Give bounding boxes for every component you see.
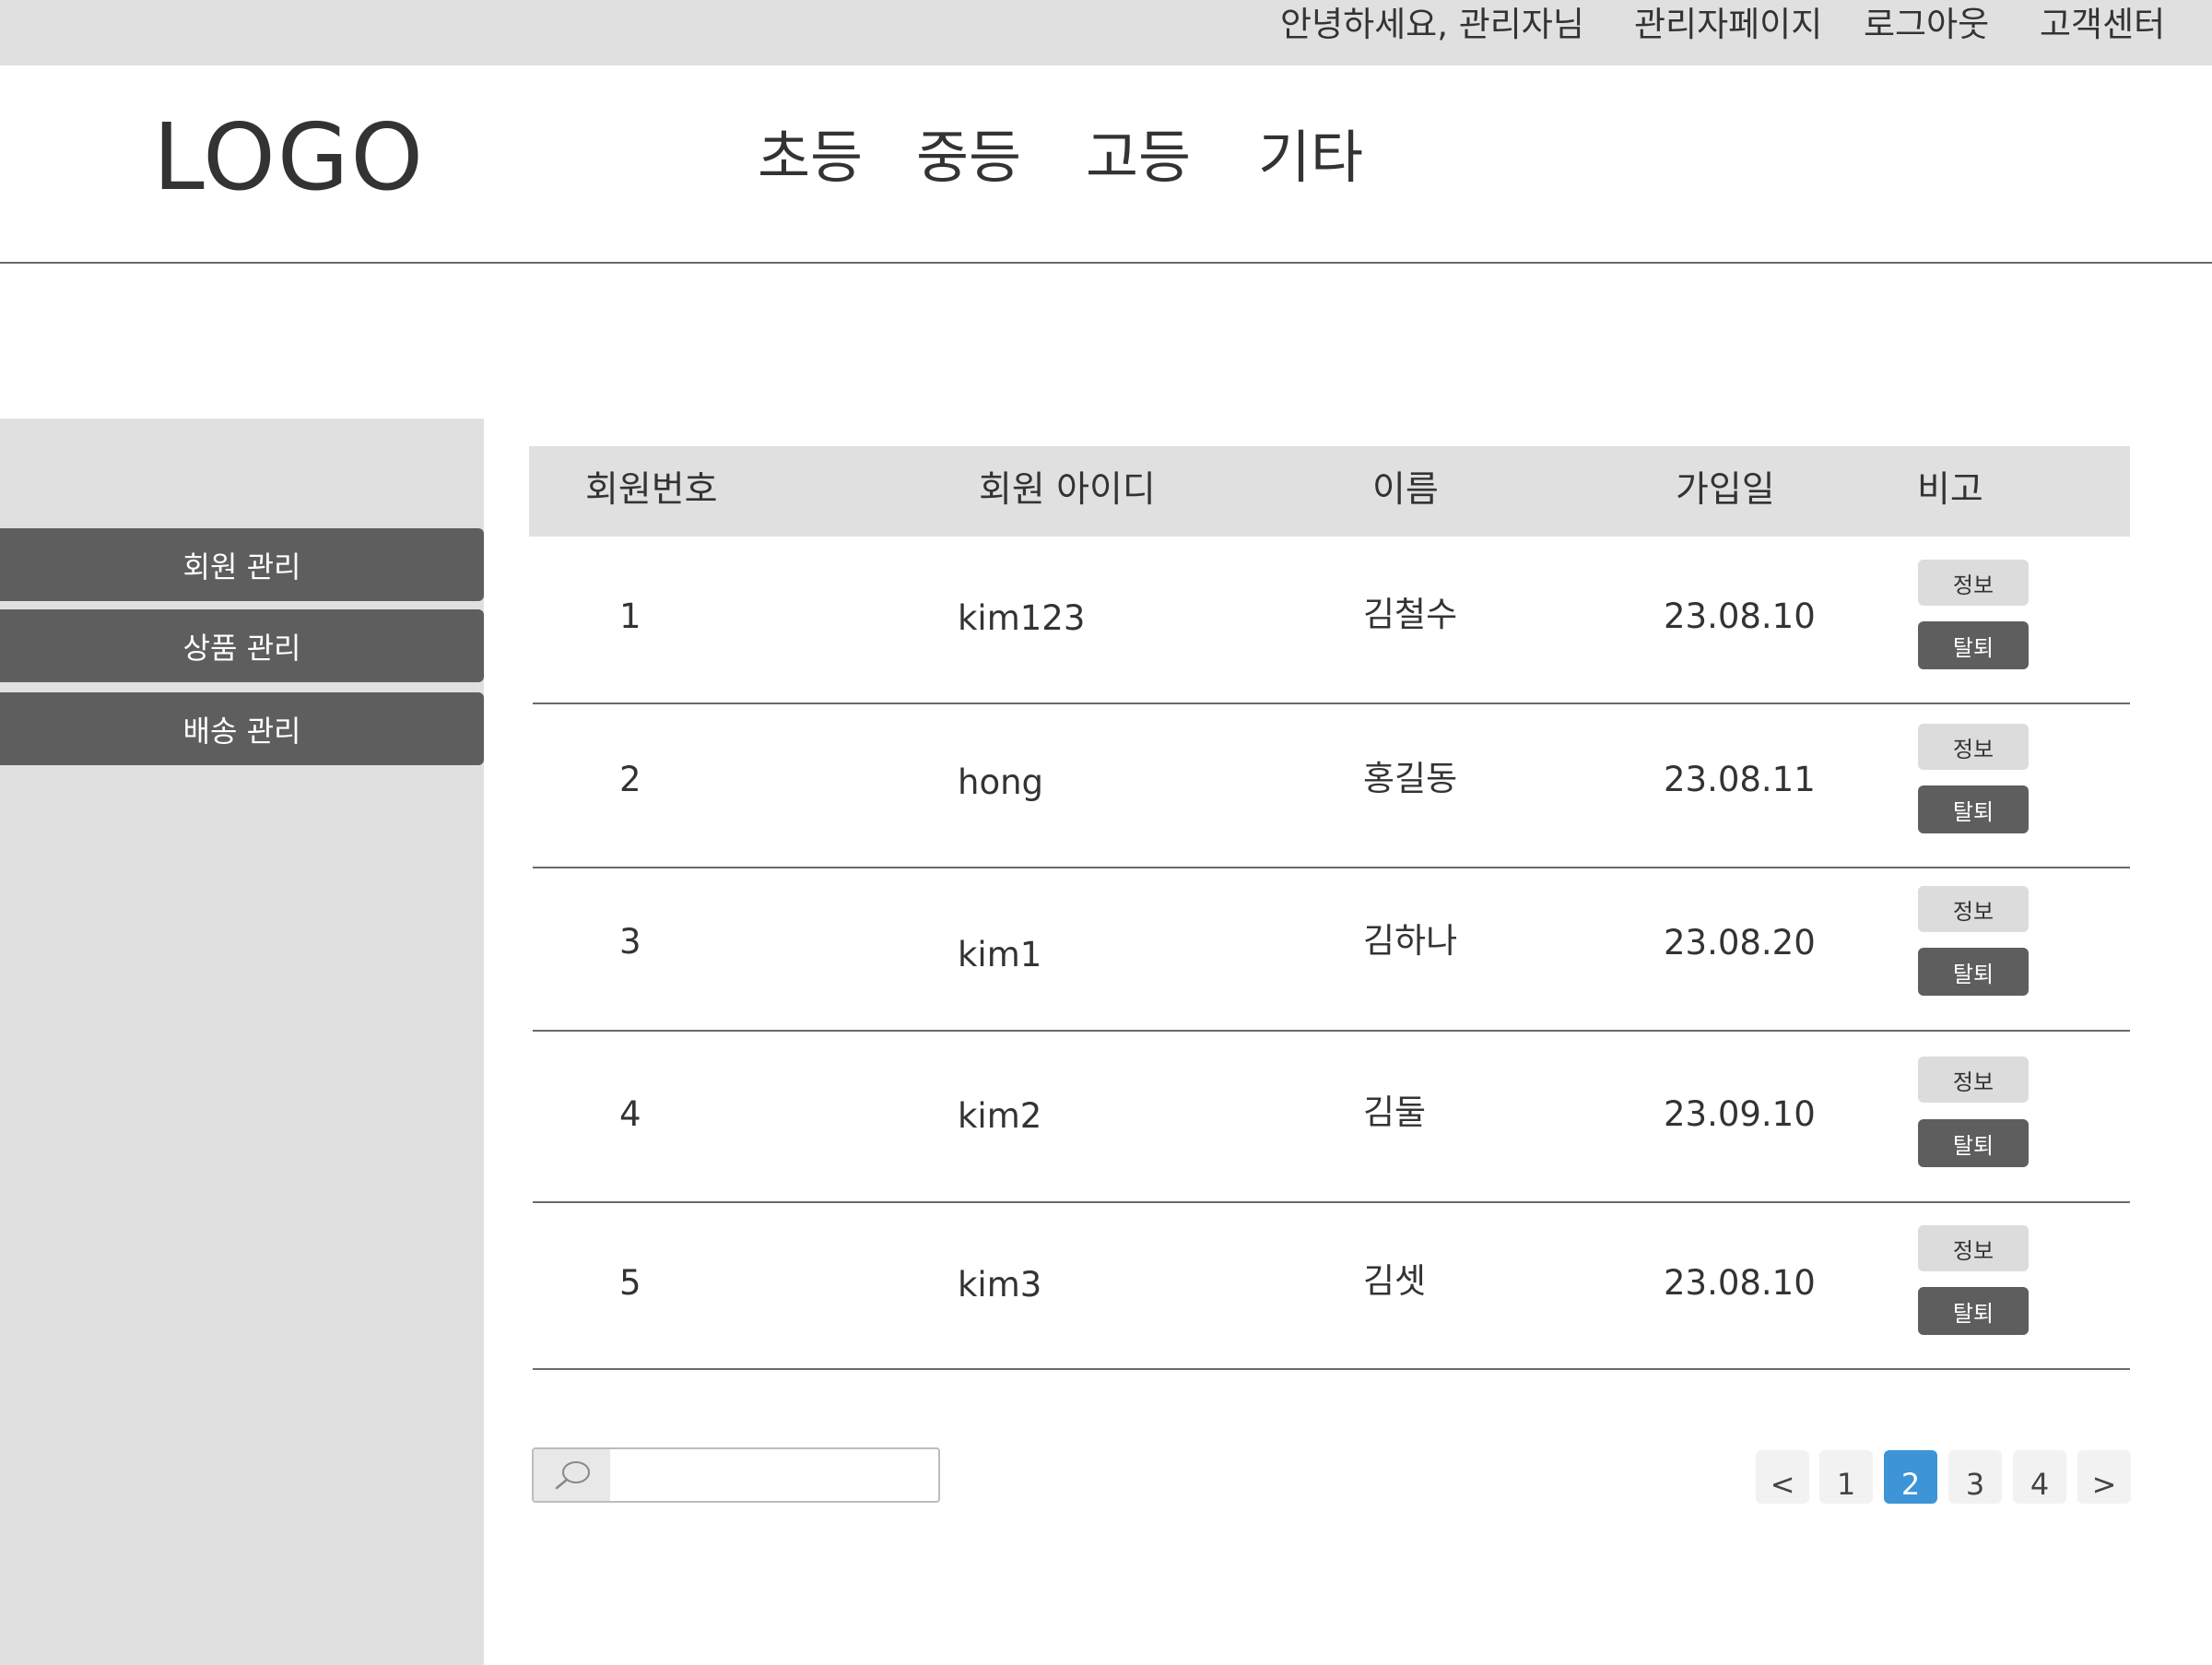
- sidebar-item-product-management[interactable]: 상품 관리: [0, 609, 484, 682]
- logo[interactable]: LOGO: [153, 102, 425, 213]
- info-button[interactable]: 정보: [1918, 1057, 2029, 1103]
- column-header-name: 이름: [1372, 469, 1439, 511]
- info-button[interactable]: 정보: [1918, 560, 2029, 606]
- cell-join-date: 23.08.10: [1664, 1263, 1816, 1303]
- cell-member-id: hong: [958, 762, 1044, 802]
- customer-center-link[interactable]: 고객센터: [2040, 2, 2165, 48]
- cell-join-date: 23.08.10: [1664, 596, 1816, 636]
- info-button[interactable]: 정보: [1918, 1225, 2029, 1271]
- column-header-join-date: 가입일: [1676, 469, 1775, 511]
- cell-join-date: 23.08.20: [1664, 923, 1816, 962]
- withdraw-button[interactable]: 탈퇴: [1918, 1287, 2029, 1335]
- cell-member-no: 2: [619, 760, 641, 799]
- withdraw-button[interactable]: 탈퇴: [1918, 948, 2029, 996]
- cell-member-id: kim2: [958, 1096, 1042, 1136]
- cell-name: 김셋: [1363, 1261, 1427, 1301]
- withdraw-button[interactable]: 탈퇴: [1918, 621, 2029, 669]
- table-row: 4 kim2 김둘 23.09.10 정보 탈퇴: [533, 1032, 2130, 1203]
- nav-etc[interactable]: 기타: [1258, 116, 1363, 199]
- column-header-member-id: 회원 아이디: [979, 469, 1156, 511]
- info-button[interactable]: 정보: [1918, 724, 2029, 770]
- cell-name: 김둘: [1363, 1092, 1427, 1132]
- search-icon: [555, 1461, 590, 1490]
- member-table-header: 회원번호 회원 아이디 이름 가입일 비고: [529, 446, 2130, 537]
- cell-name: 김하나: [1363, 921, 1458, 961]
- search-box: [532, 1447, 940, 1503]
- top-utility-bar: 안녕하세요, 관리자님 관리자페이지 로그아웃 고객센터: [0, 0, 2212, 65]
- table-row: 2 hong 홍길동 23.08.11 정보 탈퇴: [533, 704, 2130, 868]
- admin-page-link[interactable]: 관리자페이지: [1634, 2, 1822, 48]
- column-header-member-no: 회원번호: [585, 469, 718, 511]
- logout-link[interactable]: 로그아웃: [1864, 2, 1989, 48]
- sidebar-item-delivery-management[interactable]: 배송 관리: [0, 692, 484, 765]
- search-button[interactable]: [534, 1449, 610, 1501]
- cell-member-no: 5: [619, 1263, 641, 1303]
- cell-member-id: kim3: [958, 1265, 1042, 1305]
- nav-middle[interactable]: 중등: [916, 116, 1021, 199]
- sidebar-item-member-management[interactable]: 회원 관리: [0, 528, 484, 601]
- page-button-3[interactable]: 3: [1948, 1450, 2002, 1504]
- table-row: 3 kim1 김하나 23.08.20 정보 탈퇴: [533, 868, 2130, 1032]
- info-button[interactable]: 정보: [1918, 886, 2029, 932]
- column-header-note: 비고: [1917, 469, 1983, 511]
- page-button-1[interactable]: 1: [1819, 1450, 1873, 1504]
- greeting-text: 안녕하세요, 관리자님: [1280, 5, 1584, 44]
- cell-member-id: kim1: [958, 935, 1042, 974]
- admin-sidebar: 회원 관리 상품 관리 배송 관리: [0, 419, 484, 1665]
- page-next-button[interactable]: >: [2077, 1450, 2131, 1504]
- page-button-2-current[interactable]: 2: [1884, 1450, 1937, 1504]
- cell-member-no: 3: [619, 922, 641, 962]
- table-row: 1 kim123 김철수 23.08.10 정보 탈퇴: [533, 537, 2130, 704]
- cell-name: 홍길동: [1363, 759, 1458, 798]
- table-row: 5 kim3 김셋 23.08.10 정보 탈퇴: [533, 1203, 2130, 1370]
- withdraw-button[interactable]: 탈퇴: [1918, 785, 2029, 833]
- site-header: LOGO 초등 중등 고등 기타: [0, 65, 2212, 264]
- cell-member-no: 1: [619, 596, 641, 636]
- cell-member-no: 4: [619, 1094, 641, 1134]
- nav-high[interactable]: 고등: [1086, 116, 1191, 199]
- page-button-4[interactable]: 4: [2013, 1450, 2066, 1504]
- search-input[interactable]: [610, 1449, 938, 1501]
- withdraw-button[interactable]: 탈퇴: [1918, 1119, 2029, 1167]
- cell-member-id: kim123: [958, 598, 1086, 638]
- page-prev-button[interactable]: <: [1756, 1450, 1809, 1504]
- cell-join-date: 23.08.11: [1664, 760, 1816, 799]
- nav-elementary[interactable]: 초등: [758, 116, 863, 199]
- cell-join-date: 23.09.10: [1664, 1094, 1816, 1134]
- cell-name: 김철수: [1363, 595, 1458, 634]
